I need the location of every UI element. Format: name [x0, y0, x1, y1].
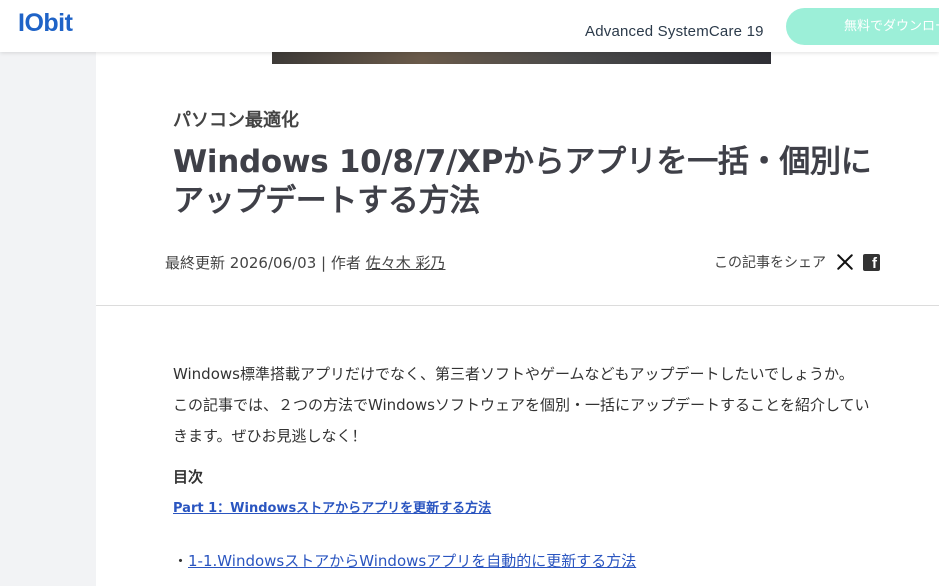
toc-heading: 目次	[173, 468, 204, 486]
iobit-logo[interactable]: IObit	[18, 9, 73, 38]
free-download-button[interactable]: 無料でダウンロード	[786, 8, 939, 45]
article-title: Windows 10/8/7/XPからアプリを一括・個別にアップデートする方法	[173, 144, 872, 219]
meta-separator: |	[321, 254, 327, 272]
product-name-label: Advanced SystemCare 19	[585, 23, 764, 40]
updated-date: 2026/06/03	[229, 254, 317, 272]
article-category[interactable]: パソコン最適化	[173, 106, 299, 132]
share-bar: この記事をシェア f	[714, 252, 880, 272]
x-icon[interactable]	[836, 253, 854, 271]
updated-label: 最終更新	[165, 254, 226, 272]
toc-link-1-1[interactable]: 1-1.WindowsストアからWindowsアプリを自動的に更新する方法	[188, 552, 636, 570]
toc-item: ・1-1.WindowsストアからWindowsアプリを自動的に更新する方法	[173, 550, 636, 571]
toc-bullet: ・	[173, 552, 189, 570]
author-label: 作者	[330, 254, 361, 272]
page-left-gutter	[0, 52, 96, 586]
share-label: この記事をシェア	[714, 255, 826, 271]
section-divider	[96, 305, 939, 306]
intro-text: Windows標準搭載アプリだけでなく、第三者ソフトやゲームなどもアップデートし…	[173, 359, 873, 452]
author-link[interactable]: 佐々木 彩乃	[366, 254, 446, 272]
facebook-icon[interactable]: f	[863, 253, 880, 271]
intro-paragraph: Windows標準搭載アプリだけでなく、第三者ソフトやゲームなどもアップデートし…	[173, 365, 854, 383]
article-meta: 最終更新 2026/06/03 | 作者 佐々木 彩乃	[165, 252, 445, 273]
toc-link-part1[interactable]: Part 1：Windowsストアからアプリを更新する方法	[173, 497, 491, 516]
intro-paragraph: この記事では、２つの方法でWindowsソフトウェアを個別・一括にアップデートす…	[173, 396, 870, 445]
